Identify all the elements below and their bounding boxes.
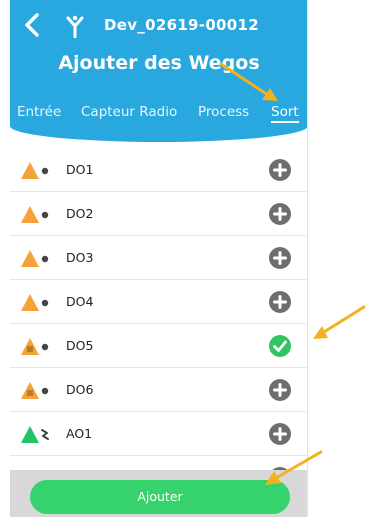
plus-circle-icon[interactable] xyxy=(268,378,292,402)
list-item[interactable]: DO3 xyxy=(10,236,307,280)
list-item[interactable]: DO4 xyxy=(10,280,307,324)
device-id: Dev_02619-00012 xyxy=(104,16,259,34)
tab-sort[interactable]: Sort xyxy=(271,104,299,123)
plus-circle-icon[interactable] xyxy=(268,422,292,446)
tab-bar: Entrée Capteur Radio Process Sort xyxy=(10,104,307,126)
check-circle-icon[interactable] xyxy=(268,334,292,358)
list-item-label: DO2 xyxy=(66,206,94,221)
list-item[interactable]: DO1 xyxy=(10,148,307,192)
bottom-bar: Ajouter xyxy=(10,470,307,517)
tab-process[interactable]: Process xyxy=(198,104,249,120)
orange-triangle-warning-icon xyxy=(21,382,49,399)
header: Dev_02619-00012 Ajouter des Wegos Entrée… xyxy=(10,0,307,142)
plus-circle-icon[interactable] xyxy=(268,290,292,314)
list-item-label: DO4 xyxy=(66,294,94,309)
orange-triangle-dot-icon xyxy=(21,250,49,267)
back-arrow-icon[interactable] xyxy=(20,12,46,38)
page-title: Ajouter des Wegos xyxy=(58,52,260,74)
list-item[interactable]: DO6 xyxy=(10,368,307,412)
list-item-label: DO3 xyxy=(66,250,94,265)
wego-list: DO1 DO2 DO3 DO4 DO5 DO6 AO1 xyxy=(10,148,307,500)
list-item-label: AO1 xyxy=(66,426,93,441)
green-triangle-signal-icon xyxy=(21,426,49,443)
orange-triangle-warning-icon xyxy=(21,338,49,355)
list-item[interactable]: DO2 xyxy=(10,192,307,236)
antenna-icon xyxy=(66,15,84,38)
tab-capteur-radio[interactable]: Capteur Radio xyxy=(81,104,177,120)
plus-circle-icon[interactable] xyxy=(268,158,292,182)
plus-circle-icon[interactable] xyxy=(268,246,292,270)
list-item-label: DO5 xyxy=(66,338,94,353)
orange-triangle-dot-icon xyxy=(21,294,49,311)
orange-triangle-dot-icon xyxy=(21,162,49,179)
top-bar: Dev_02619-00012 xyxy=(10,0,307,50)
list-item[interactable]: AO1 xyxy=(10,412,307,456)
annotation-arrow-icon xyxy=(313,305,366,339)
tab-entree[interactable]: Entrée xyxy=(17,104,61,120)
list-item-label: DO6 xyxy=(66,382,94,397)
add-button[interactable]: Ajouter xyxy=(30,480,290,514)
orange-triangle-dot-icon xyxy=(21,206,49,223)
app-screen: Dev_02619-00012 Ajouter des Wegos Entrée… xyxy=(10,0,308,517)
list-item-label: DO1 xyxy=(66,162,94,177)
list-item[interactable]: DO5 xyxy=(10,324,307,368)
plus-circle-icon[interactable] xyxy=(268,202,292,226)
